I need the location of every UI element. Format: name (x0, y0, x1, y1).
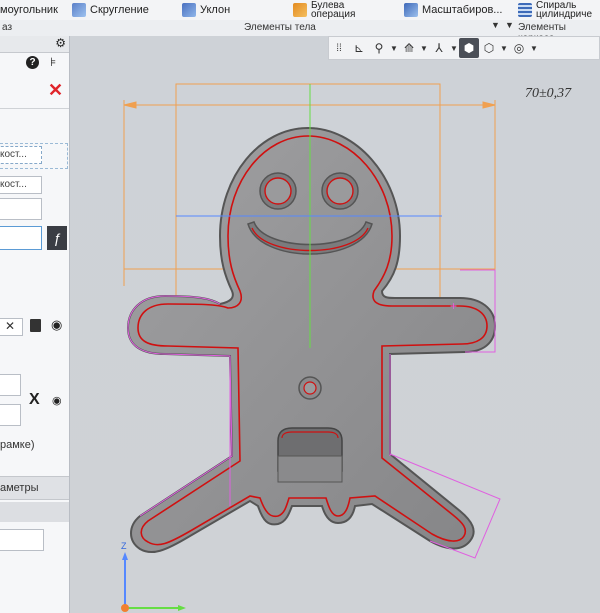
help-icon[interactable]: ? (26, 56, 39, 69)
axis-z-label: Z (121, 541, 127, 551)
eye-icon[interactable]: ◉ (52, 394, 62, 407)
scale-label: Масштабиров... (422, 4, 503, 16)
fillet-icon (72, 3, 86, 17)
helix-label-2: цилиндриче (536, 9, 593, 20)
boolean-icon (293, 3, 307, 17)
draft-label: Уклон (200, 4, 231, 16)
ribbon-boolean-button[interactable]: Булева операция (293, 0, 355, 20)
ribbon-toolbar: моугольник Скругление Уклон Булева опера… (0, 0, 600, 21)
group-label-body: Элементы тела (244, 22, 316, 33)
panel-settings-icon[interactable]: ⚙ (55, 36, 66, 50)
3d-viewport[interactable]: ⁞⁞ ⊾ ⚲ ▼ ⟰ ▼ ⅄ ▼ ⬢ ⬡ ▼ ◎ ▼ 70±0,37 + Z (70, 36, 600, 613)
hide-eye-icon[interactable]: ◉ (51, 317, 62, 333)
rectangle-label: моугольник (0, 4, 58, 16)
group-dropdown-body[interactable]: ▼ (491, 20, 500, 30)
boolean-label-2: операция (311, 9, 356, 20)
section-bar (0, 502, 69, 522)
panel-header: ⚙ (0, 36, 69, 53)
origin-triad (121, 552, 186, 612)
value-field-1[interactable] (0, 198, 42, 220)
value-field-active[interactable] (0, 226, 42, 250)
value-field-4[interactable] (0, 404, 21, 426)
value-field-3[interactable] (0, 374, 21, 396)
value-field-5[interactable] (0, 529, 44, 551)
ribbon-helix-button[interactable]: Спираль цилиндриче (518, 0, 592, 20)
svg-text:+: + (450, 299, 457, 313)
group-label-left: аз (2, 22, 13, 33)
close-icon[interactable]: ✕ (48, 80, 63, 101)
frame-text: рамке) (0, 439, 35, 451)
draft-icon (182, 3, 196, 17)
ribbon-rectangle-button[interactable]: моугольник (0, 0, 58, 20)
params-section-label: аметры (0, 482, 39, 494)
group-dropdown-frame[interactable]: ▼ (505, 20, 514, 30)
helix-icon (518, 3, 532, 17)
scale-icon (404, 3, 418, 17)
ribbon-draft-button[interactable]: Уклон (182, 0, 230, 20)
dashed-guide (0, 143, 68, 169)
table-icon[interactable] (30, 319, 41, 332)
ribbon-fillet-button[interactable]: Скругление (72, 0, 149, 20)
model-view: + (121, 83, 501, 612)
ribbon-group-bar: аз Элементы тела ▼ ▼ Элементы каркаса (0, 20, 600, 44)
clear-icon[interactable]: ✕ (5, 319, 15, 333)
params-section-header[interactable]: аметры (0, 476, 69, 500)
delete-x-icon[interactable]: X (29, 391, 40, 409)
ribbon-scale-button[interactable]: Масштабиров... (404, 0, 502, 20)
tree-icon[interactable]: ⊧ (50, 55, 56, 69)
edge-field-2[interactable]: кост... (0, 176, 42, 194)
panel-divider (0, 108, 69, 109)
formula-button[interactable]: ƒ (47, 226, 67, 250)
property-panel: ⚙ ? ⊧ ✕ кост... кост... ƒ ✕ ◉ X ◉ рамке)… (0, 36, 70, 613)
fillet-label: Скругление (90, 4, 149, 16)
